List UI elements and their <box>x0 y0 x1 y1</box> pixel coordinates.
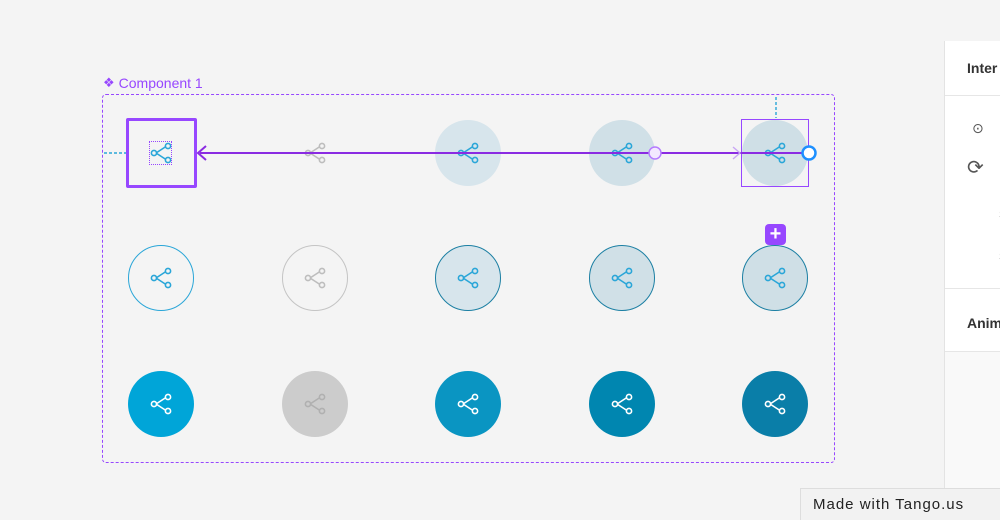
component-name: Component 1 <box>118 75 203 91</box>
variant-outline-disabled[interactable] <box>282 245 348 311</box>
panel-divider <box>945 95 1000 96</box>
variant-filled-default[interactable] <box>128 371 194 437</box>
share-icon <box>457 393 479 415</box>
variant-filled-hover[interactable] <box>435 371 501 437</box>
share-icon <box>150 267 171 288</box>
component-label[interactable]: ❖ Component 1 <box>103 74 203 92</box>
variant-outline-focus[interactable] <box>742 245 808 311</box>
share-icon <box>304 393 326 415</box>
animate-title: Anim <box>967 315 1000 331</box>
variant-filled-focus[interactable] <box>742 371 808 437</box>
share-icon <box>150 393 172 415</box>
variant-outline-default[interactable] <box>128 245 194 311</box>
variant-outline-pressed[interactable] <box>589 245 655 311</box>
variant-filled-pressed[interactable] <box>589 371 655 437</box>
share-icon <box>611 142 633 164</box>
refresh-icon[interactable]: ⟳ <box>967 158 984 178</box>
design-canvas[interactable]: ❖ Component 1 + <box>0 0 1000 520</box>
hovered-variant-outline[interactable] <box>741 119 809 187</box>
variant-outline-hover[interactable] <box>435 245 501 311</box>
variant-ghost-hover[interactable] <box>435 120 501 186</box>
panel-divider <box>945 288 1000 289</box>
interactions-panel: Inter ⊙ ⟳ S S Anim <box>944 41 1000 520</box>
variant-ghost-pressed[interactable] <box>589 120 655 186</box>
variant-filled-disabled[interactable] <box>282 371 348 437</box>
target-icon[interactable]: ⊙ <box>972 121 984 135</box>
share-icon <box>764 393 786 415</box>
share-icon <box>304 267 325 288</box>
share-icon <box>611 393 633 415</box>
add-variant-button[interactable]: + <box>765 224 786 245</box>
share-icon <box>764 267 785 288</box>
component-icon: ❖ <box>103 75 115 90</box>
share-icon <box>457 142 479 164</box>
share-icon <box>457 267 478 288</box>
interactions-title: Inter <box>967 60 998 76</box>
tango-watermark: Made with Tango.us <box>800 488 1000 520</box>
variant-ghost-disabled[interactable] <box>282 120 348 186</box>
icon-bounds-outline <box>149 141 172 165</box>
share-icon <box>611 267 632 288</box>
share-icon <box>304 142 326 164</box>
